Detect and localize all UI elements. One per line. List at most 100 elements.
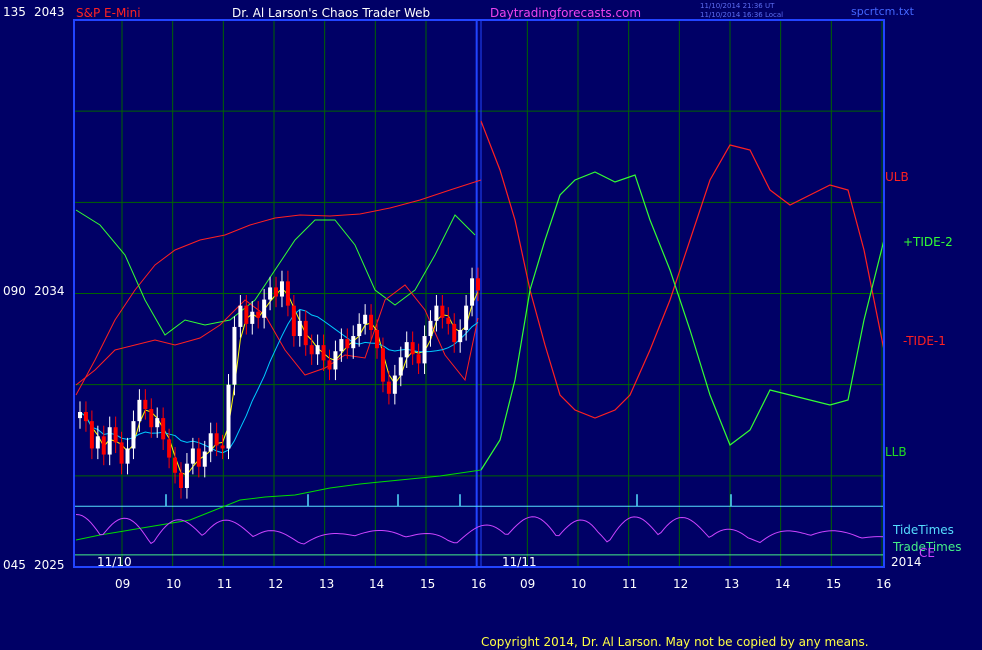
- price-bar-body: [476, 278, 480, 291]
- price-bar-body: [83, 412, 88, 422]
- price-bar-body: [434, 305, 439, 321]
- price-bar-body: [208, 433, 213, 452]
- x-tick-label: 14: [369, 577, 385, 591]
- price-bar-body: [404, 342, 409, 358]
- price-bar-body: [375, 329, 380, 349]
- price-bar-body: [149, 408, 154, 428]
- date-label-2: 11/11: [502, 555, 537, 569]
- price-bar-body: [143, 399, 148, 409]
- price-bar-body: [386, 381, 391, 394]
- site-link[interactable]: Daytradingforecasts.com: [490, 6, 641, 20]
- x-tick-label: 13: [319, 577, 335, 591]
- price-bar-body: [178, 472, 183, 488]
- price-bar-body: [137, 399, 142, 422]
- price-bar-body: [285, 281, 290, 306]
- page-title: Dr. Al Larson's Chaos Trader Web: [232, 6, 431, 20]
- x-tick-label: 11: [217, 577, 233, 591]
- price-bar-body: [256, 311, 261, 318]
- price-bar-body: [125, 448, 130, 464]
- tide-minus-label: -TIDE-1: [903, 334, 946, 348]
- price-bar-body: [190, 448, 195, 464]
- x-tick-label: 15: [420, 577, 436, 591]
- price-bar-body: [101, 436, 106, 455]
- x-tick-label: 10: [166, 577, 182, 591]
- price-bar-body: [369, 314, 374, 330]
- x-tick-label: 10: [571, 577, 587, 591]
- price-bar-body: [291, 305, 296, 337]
- price-bar-body: [268, 287, 273, 300]
- price-bar-body: [339, 339, 344, 352]
- lower-band: [75, 469, 482, 541]
- chart-canvas: [73, 19, 885, 568]
- price-bar-body: [303, 320, 308, 346]
- price-bar-body: [458, 329, 463, 343]
- price-bar-body: [297, 320, 302, 337]
- tide-minus-line: [480, 120, 885, 419]
- x-tick-label: 12: [673, 577, 689, 591]
- price-bar-body: [422, 336, 427, 364]
- price-bars: [78, 267, 480, 499]
- price-bar-body: [250, 311, 255, 324]
- y-label-top-right: 2043: [34, 5, 65, 19]
- price-bar-body: [119, 442, 124, 464]
- x-tick-label: 13: [724, 577, 740, 591]
- x-tick-label: 09: [115, 577, 131, 591]
- copyright-notice: Copyright 2014, Dr. Al Larson. May not b…: [481, 635, 869, 649]
- date-label-1: 11/10: [97, 555, 132, 569]
- price-bar-body: [131, 421, 136, 449]
- y-label-top-left: 135: [3, 5, 26, 19]
- price-bar-body: [327, 360, 332, 370]
- data-file-name: spcrtcm.txt: [851, 5, 914, 18]
- price-bar-body: [440, 305, 445, 318]
- ulb-label: ULB: [885, 170, 909, 184]
- y-label-mid-left: 090: [3, 284, 26, 298]
- price-bar-body: [262, 299, 267, 318]
- price-bar-body: [107, 427, 112, 455]
- price-bar-body: [167, 439, 172, 458]
- price-bar-body: [161, 418, 166, 440]
- price-bar-body: [416, 354, 421, 364]
- tide-plus-label: +TIDE-2: [903, 235, 953, 249]
- price-bar-body: [351, 336, 356, 349]
- instrument-name: S&P E-Mini: [76, 6, 141, 20]
- tidetimes-label: TideTimes: [893, 523, 954, 537]
- price-bar-body: [428, 320, 433, 337]
- price-bar-body: [470, 278, 475, 306]
- price-bar-body: [214, 433, 219, 446]
- price-bar-body: [333, 351, 338, 370]
- price-bar-body: [452, 323, 457, 343]
- x-tick-label: 14: [775, 577, 791, 591]
- price-bar-body: [446, 317, 451, 324]
- price-bar-body: [357, 323, 362, 337]
- price-bar-body: [392, 375, 397, 394]
- tide-plus-line: [480, 171, 885, 471]
- llb-label: LLB: [885, 445, 907, 459]
- timestamp-local: 11/10/2014 16:36 Local: [700, 11, 784, 19]
- y-label-mid-right: 2034: [34, 284, 65, 298]
- x-tick-label: 15: [826, 577, 842, 591]
- price-bar-body: [244, 305, 249, 324]
- price-bar-body: [321, 345, 326, 361]
- grid-lines: [74, 20, 884, 567]
- price-bar-body: [232, 326, 237, 385]
- price-bar-body: [238, 305, 243, 327]
- price-bar-body: [363, 314, 368, 324]
- price-bar-body: [113, 427, 118, 443]
- year-label: 2014: [891, 555, 922, 569]
- x-tick-label: 11: [622, 577, 638, 591]
- price-bar-body: [173, 457, 178, 473]
- price-bar-body: [279, 281, 284, 297]
- price-bar-body: [226, 384, 231, 449]
- y-label-bottom-right: 2025: [34, 558, 65, 572]
- tide-times-oscillator: [75, 514, 884, 545]
- x-tick-label: 16: [876, 577, 892, 591]
- fast-moving-average: [79, 287, 479, 476]
- price-bar-body: [309, 345, 314, 355]
- price-bar-body: [78, 412, 82, 419]
- price-bar-body: [95, 436, 100, 449]
- chart-series: [74, 120, 885, 556]
- price-bar-body: [410, 342, 415, 355]
- price-bar-body: [380, 348, 385, 382]
- x-tick-label: 16: [471, 577, 487, 591]
- price-bar-body: [184, 463, 189, 488]
